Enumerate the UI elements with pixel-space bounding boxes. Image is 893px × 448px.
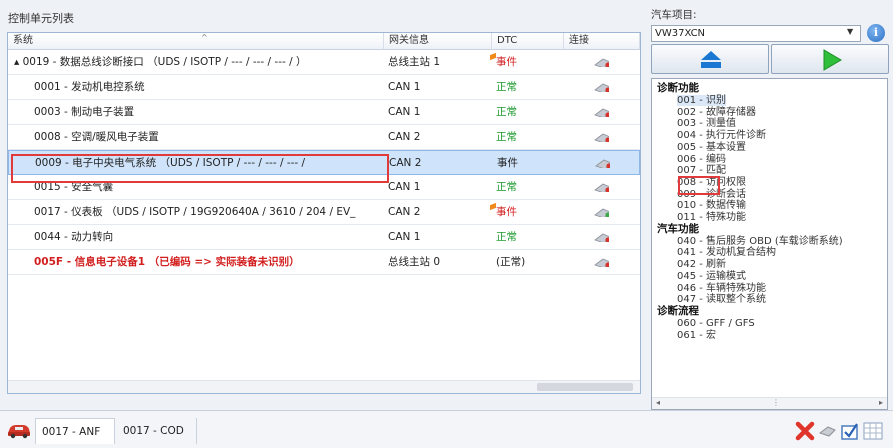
plug-green-icon[interactable]	[588, 200, 628, 225]
sort-arrow-icon: ^	[201, 33, 208, 42]
up-button[interactable]	[651, 44, 769, 74]
tab-0017-anf[interactable]: 0017 - ANF	[35, 418, 115, 444]
cell-gateway: CAN 2	[388, 206, 421, 218]
tree-category[interactable]: 诊断功能	[657, 83, 699, 94]
highlight-box-adaptation	[678, 176, 720, 195]
table-row[interactable]: 0008 - 空调/暖风电子装置 CAN 2 正常	[8, 125, 640, 150]
cell-gateway: CAN 1	[388, 181, 421, 193]
cell-dtc: 正常	[496, 81, 517, 93]
close-red-icon[interactable]	[795, 421, 815, 444]
play-icon	[823, 49, 842, 71]
cell-system: 0003 - 制动电子装置	[34, 106, 135, 118]
tree-function-item[interactable]: 046 - 车辆特殊功能	[677, 283, 766, 294]
scrollbar-thumb[interactable]	[537, 383, 633, 391]
grid-table-icon[interactable]	[862, 421, 884, 444]
cell-dtc: 事件	[496, 206, 517, 218]
header-connection[interactable]: 连接	[564, 33, 640, 50]
diagnostic-function-tree: 诊断功能 001 - 识别 002 - 故障存储器 003 - 测量值 004 - 执行…	[651, 78, 888, 410]
table-horizontal-scrollbar[interactable]	[8, 380, 640, 393]
tree-function-item[interactable]: 002 - 故障存储器	[677, 107, 756, 118]
cell-dtc: 事件	[497, 157, 518, 169]
tree-category[interactable]: 汽车功能	[657, 223, 699, 235]
plug-icon[interactable]	[588, 250, 628, 275]
cell-system: 0044 - 动力转向	[34, 231, 114, 243]
checklist-icon[interactable]	[840, 421, 860, 444]
tree-function-item[interactable]: 010 - 数据传输	[677, 200, 746, 211]
plug-icon[interactable]	[588, 50, 628, 75]
vehicle-project-label: 汽车项目:	[651, 9, 697, 21]
plug-icon[interactable]	[588, 175, 628, 200]
table-row[interactable]: 0003 - 制动电子装置 CAN 1 正常	[8, 100, 640, 125]
tree-function-item[interactable]: 004 - 执行元件诊断	[677, 130, 766, 141]
plug-icon[interactable]	[588, 75, 628, 100]
tree-function-item[interactable]: 007 - 匹配	[677, 165, 726, 176]
info-icon[interactable]: i	[867, 24, 885, 42]
vehicle-project-select[interactable]: VW37XCN	[651, 25, 861, 42]
plug-icon[interactable]	[589, 151, 629, 176]
cell-dtc: 正常	[496, 181, 517, 193]
cell-gateway: 总线主站 1	[388, 56, 441, 68]
plug-gray-icon[interactable]	[818, 423, 838, 442]
tree-function-item[interactable]: 011 - 特殊功能	[677, 212, 746, 223]
cell-gateway: CAN 1	[388, 106, 421, 118]
tree-function-item[interactable]: 047 - 读取整个系统	[677, 294, 766, 305]
plug-icon[interactable]	[588, 225, 628, 250]
header-gateway[interactable]: 网关信息	[384, 33, 492, 50]
plug-icon[interactable]	[588, 100, 628, 125]
tree-function-item[interactable]: 042 - 刷新	[677, 259, 726, 270]
tree-function-item[interactable]: 045 - 运输模式	[677, 271, 746, 282]
tree-function-item[interactable]: 040 - 售后服务 OBD (车载诊断系统)	[677, 236, 843, 247]
header-dtc[interactable]: DTC	[492, 33, 564, 50]
scroll-left-icon[interactable]: ◂	[656, 398, 660, 407]
tree-horizontal-scrollbar[interactable]: ◂ ⋮ ▸	[652, 397, 887, 409]
tree-function-item[interactable]: 001 - 识别	[677, 95, 727, 106]
plug-icon[interactable]	[588, 125, 628, 150]
cell-system: 0001 - 发动机电控系统	[34, 81, 145, 93]
start-button[interactable]	[771, 44, 889, 74]
highlight-box-selected-row	[11, 154, 389, 183]
cell-system: 005F - 信息电子设备1 （已编码 => 实际装备未识别）	[34, 256, 300, 268]
tree-category[interactable]: 诊断流程	[657, 305, 699, 317]
control-unit-list-title: 控制单元列表	[8, 12, 74, 25]
chevron-down-icon[interactable]: ▼	[847, 27, 853, 36]
cell-dtc: 正常	[496, 231, 517, 243]
car-icon[interactable]	[6, 421, 32, 442]
cell-dtc: 事件	[496, 56, 517, 68]
tab-0017-cod[interactable]: 0017 - COD	[117, 418, 197, 444]
tree-function-item[interactable]: 005 - 基本设置	[677, 142, 746, 153]
cell-gateway: CAN 1	[388, 231, 421, 243]
scroll-grip-icon[interactable]: ⋮	[772, 398, 780, 407]
cell-system: ▴ 0019 - 数据总线诊断接口 （UDS / ISOTP / --- / -…	[14, 56, 307, 68]
table-row[interactable]: 0017 - 仪表板 （UDS / ISOTP / 19G920640A / 3…	[8, 200, 640, 225]
tree-function-item[interactable]: 003 - 测量值	[677, 118, 736, 129]
header-system[interactable]: 系统	[8, 33, 384, 50]
table-row[interactable]: 0044 - 动力转向 CAN 1 正常	[8, 225, 640, 250]
cell-system: 0008 - 空调/暖风电子装置	[34, 131, 159, 143]
cell-gateway: CAN 2	[389, 157, 422, 169]
cell-gateway: CAN 1	[388, 81, 421, 93]
tree-function-item[interactable]: 061 - 宏	[677, 330, 716, 341]
table-row[interactable]: 005F - 信息电子设备1 （已编码 => 实际装备未识别） 总线主站 0 (正常…	[8, 250, 640, 275]
cell-gateway: 总线主站 0	[388, 256, 441, 268]
cell-system: 0017 - 仪表板 （UDS / ISOTP / 19G920640A / 3…	[34, 206, 356, 218]
table-row[interactable]: ▴ 0019 - 数据总线诊断接口 （UDS / ISOTP / --- / -…	[8, 50, 640, 75]
cell-gateway: CAN 2	[388, 131, 421, 143]
eject-up-icon	[701, 51, 721, 68]
tree-function-item[interactable]: 060 - GFF / GFS	[677, 318, 755, 329]
tree-function-item[interactable]: 041 - 发动机复合结构	[677, 247, 776, 258]
table-row[interactable]: 0001 - 发动机电控系统 CAN 1 正常	[8, 75, 640, 100]
scroll-right-icon[interactable]: ▸	[879, 398, 883, 407]
control-unit-table: 系统 ^ 网关信息 DTC 连接 ▴ 0019 - 数据总线诊断接口 （UDS …	[7, 32, 641, 394]
cell-dtc: 正常	[496, 131, 517, 143]
cell-dtc: (正常)	[496, 256, 526, 268]
tree-function-item[interactable]: 006 - 编码	[677, 154, 726, 165]
cell-dtc: 正常	[496, 106, 517, 118]
